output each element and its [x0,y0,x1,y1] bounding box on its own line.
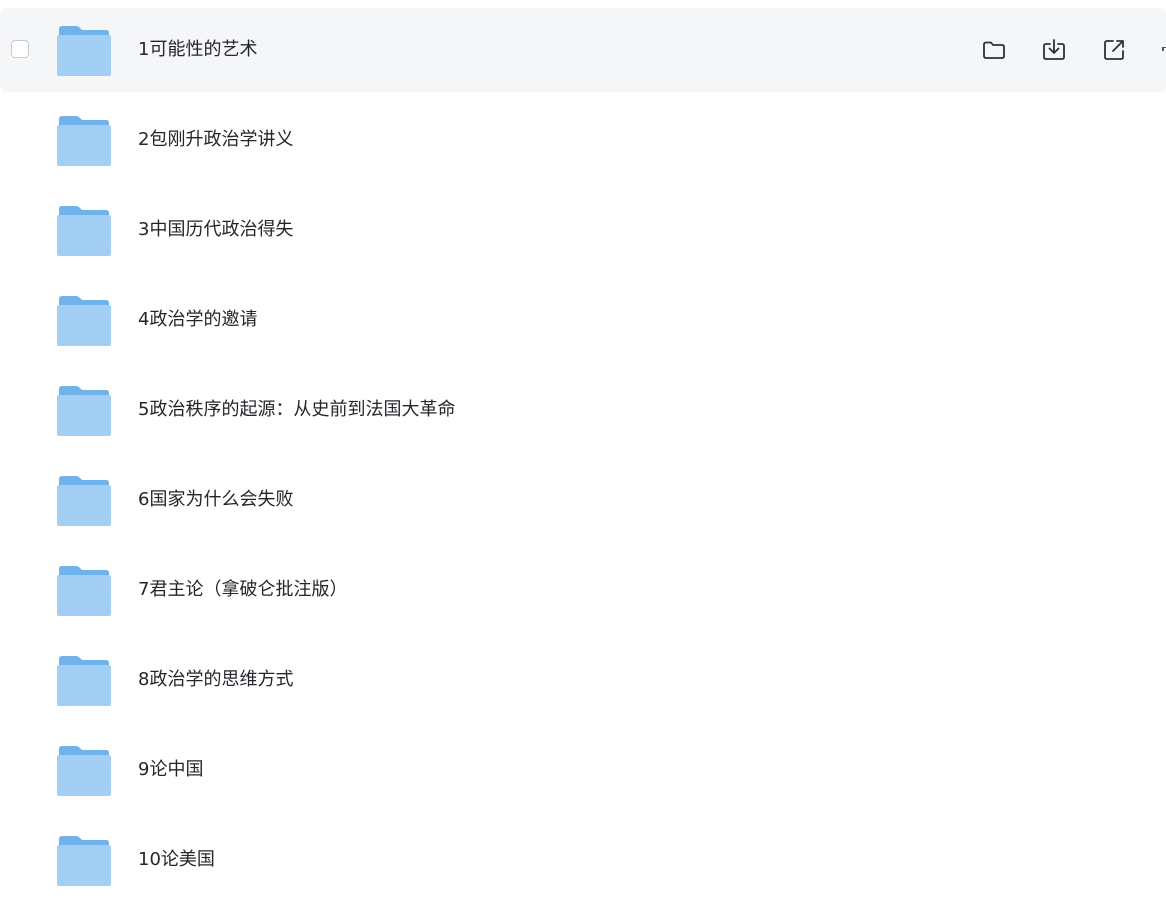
row-checkbox[interactable] [11,40,29,58]
share-button[interactable] [1100,36,1128,64]
folder-icon [57,655,111,706]
file-row[interactable]: 1可能性的艺术 [0,8,1166,92]
download-button[interactable] [1040,36,1068,64]
folder-name[interactable]: 8政治学的思维方式 [138,668,293,692]
folder-icon [57,475,111,526]
folder-name[interactable]: 7君主论（拿破仑批注版） [138,578,347,602]
folder-icon [57,295,111,346]
file-list: 1可能性的艺术 2包刚升政治学讲义 3中国历代政治得失 4政治学的邀请 5政治秩… [0,0,1166,905]
folder-name[interactable]: 2包刚升政治学讲义 [138,128,293,152]
folder-name[interactable]: 9论中国 [138,758,203,782]
file-row[interactable]: 6国家为什么会失败 [0,458,1166,542]
more-icon[interactable] [1160,44,1166,56]
file-row[interactable]: 2包刚升政治学讲义 [0,98,1166,182]
folder-name[interactable]: 3中国历代政治得失 [138,218,293,242]
folder-icon [57,115,111,166]
file-row[interactable]: 5政治秩序的起源：从史前到法国大革命 [0,368,1166,452]
folder-name[interactable]: 5政治秩序的起源：从史前到法国大革命 [138,398,455,422]
folder-icon [983,41,1005,59]
folder-name[interactable]: 4政治学的邀请 [138,308,257,332]
file-row[interactable]: 10论美国 [0,818,1166,902]
share-icon [1104,40,1124,60]
folder-icon [57,565,111,616]
folder-icon [57,25,111,76]
file-row[interactable]: 3中国历代政治得失 [0,188,1166,272]
open-folder-button[interactable] [980,36,1008,64]
folder-icon [57,745,111,796]
download-icon [1043,39,1065,60]
folder-name[interactable]: 1可能性的艺术 [138,38,257,62]
folder-icon [57,205,111,256]
file-row[interactable]: 4政治学的邀请 [0,278,1166,362]
file-row[interactable]: 8政治学的思维方式 [0,638,1166,722]
folder-icon [57,385,111,436]
folder-icon [57,835,111,886]
file-row[interactable]: 9论中国 [0,728,1166,812]
folder-name[interactable]: 6国家为什么会失败 [138,488,293,512]
folder-name[interactable]: 10论美国 [138,848,215,872]
file-row[interactable]: 7君主论（拿破仑批注版） [0,548,1166,632]
